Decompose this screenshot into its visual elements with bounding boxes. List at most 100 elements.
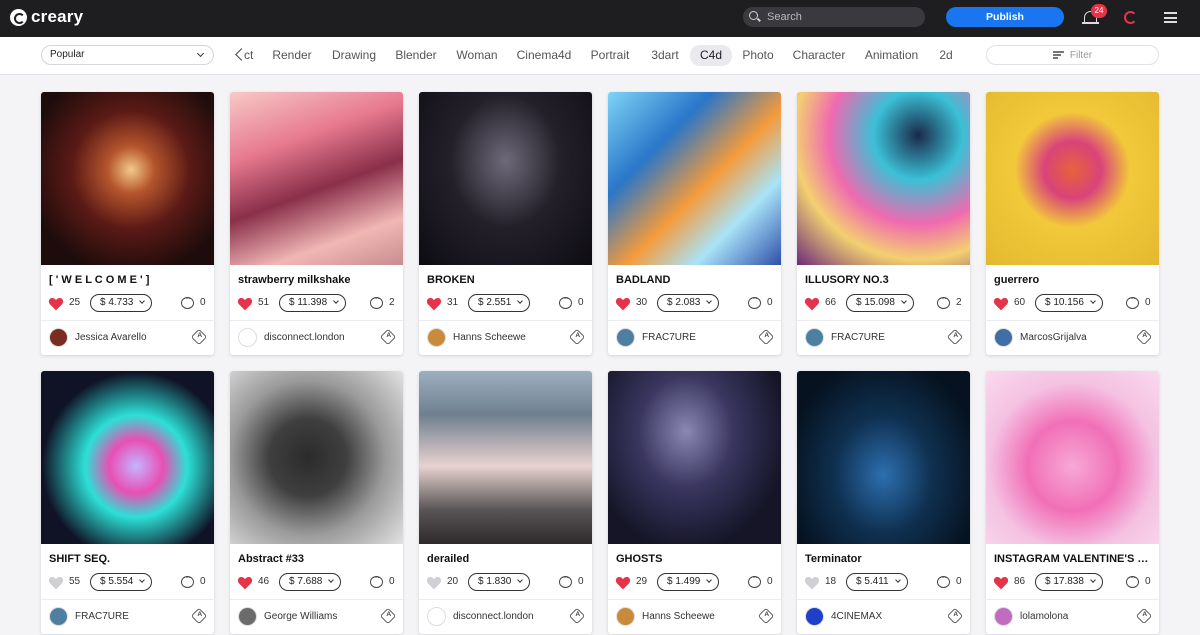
author-name[interactable]: Hanns Scheewe — [642, 611, 715, 622]
tab-character[interactable]: Character — [789, 45, 849, 66]
artwork-card[interactable]: strawberry milkshake 51 $ 11.398 2 disco… — [230, 92, 403, 355]
artwork-title[interactable]: derailed — [427, 553, 587, 565]
artwork-title[interactable]: Abstract #33 — [238, 553, 398, 565]
author-avatar[interactable] — [427, 328, 446, 347]
author-name[interactable]: Jessica Avarello — [75, 332, 147, 343]
author-name[interactable]: disconnect.london — [453, 611, 534, 622]
artwork-thumbnail[interactable] — [608, 92, 781, 265]
tab-render[interactable]: Render — [268, 45, 316, 66]
author-name[interactable]: MarcosGrijalva — [1020, 332, 1087, 343]
comment-icon[interactable] — [1126, 572, 1139, 588]
artwork-thumbnail[interactable] — [986, 371, 1159, 544]
heart-icon[interactable] — [237, 576, 253, 590]
artwork-card[interactable]: BROKEN 31 $ 2.551 0 Hanns Scheewe — [419, 92, 592, 355]
artwork-card[interactable]: SHIFT SEQ. 55 $ 5.554 0 FRAC7URE — [41, 371, 214, 634]
heart-icon[interactable] — [993, 297, 1009, 311]
sort-select[interactable]: Popular — [41, 45, 214, 65]
heart-icon[interactable] — [48, 576, 64, 590]
artwork-title[interactable]: GHOSTS — [616, 553, 776, 565]
artwork-title[interactable]: strawberry milkshake — [238, 274, 398, 286]
artwork-thumbnail[interactable] — [230, 92, 403, 265]
comment-icon[interactable] — [559, 572, 572, 588]
artwork-title[interactable]: BADLAND — [616, 274, 776, 286]
hamburger-menu-icon[interactable] — [1164, 12, 1177, 23]
artwork-title[interactable]: BROKEN — [427, 274, 587, 286]
author-name[interactable]: FRAC7URE — [642, 332, 696, 343]
price-pill[interactable]: $ 17.838 — [1035, 573, 1103, 591]
author-avatar[interactable] — [49, 328, 68, 347]
heart-icon[interactable] — [426, 297, 442, 311]
tab-cinema4d[interactable]: Cinema4d — [513, 45, 575, 66]
artwork-title[interactable]: guerrero — [994, 274, 1154, 286]
creary-ring-icon[interactable] — [1124, 11, 1137, 24]
price-pill[interactable]: $ 1.830 — [468, 573, 531, 591]
author-avatar[interactable] — [616, 328, 635, 347]
comment-icon[interactable] — [748, 293, 761, 309]
artwork-title[interactable]: Terminator — [805, 553, 965, 565]
artwork-card[interactable]: BADLAND 30 $ 2.083 0 FRAC7URE — [608, 92, 781, 355]
price-pill[interactable]: $ 10.156 — [1035, 294, 1103, 312]
artwork-title[interactable]: ILLUSORY NO.3 — [805, 274, 965, 286]
tab-partial[interactable]: ct — [244, 48, 253, 62]
author-avatar[interactable] — [238, 328, 257, 347]
artwork-thumbnail[interactable] — [230, 371, 403, 544]
author-name[interactable]: lolamolona — [1020, 611, 1068, 622]
artwork-thumbnail[interactable] — [608, 371, 781, 544]
heart-icon[interactable] — [48, 297, 64, 311]
author-avatar[interactable] — [427, 607, 446, 626]
author-avatar[interactable] — [805, 328, 824, 347]
comment-icon[interactable] — [370, 293, 383, 309]
price-pill[interactable]: $ 7.688 — [279, 573, 342, 591]
author-avatar[interactable] — [805, 607, 824, 626]
tab-animation[interactable]: Animation — [860, 45, 923, 66]
artwork-title[interactable]: SHIFT SEQ. — [49, 553, 209, 565]
comment-icon[interactable] — [181, 572, 194, 588]
price-pill[interactable]: $ 1.499 — [657, 573, 720, 591]
artwork-thumbnail[interactable] — [419, 371, 592, 544]
artwork-card[interactable]: Terminator 18 $ 5.411 0 4CINEMAX — [797, 371, 970, 634]
artwork-card[interactable]: [ ' W E L C O M E ' ] 25 $ 4.733 0 Jessi… — [41, 92, 214, 355]
author-avatar[interactable] — [994, 328, 1013, 347]
author-name[interactable]: FRAC7URE — [75, 611, 129, 622]
price-pill[interactable]: $ 15.098 — [846, 294, 914, 312]
artwork-thumbnail[interactable] — [419, 92, 592, 265]
price-pill[interactable]: $ 5.554 — [90, 573, 153, 591]
heart-icon[interactable] — [615, 576, 631, 590]
price-pill[interactable]: $ 11.398 — [279, 294, 347, 312]
comment-icon[interactable] — [937, 572, 950, 588]
artwork-card[interactable]: derailed 20 $ 1.830 0 disconnect.london — [419, 371, 592, 634]
artwork-card[interactable]: Abstract #33 46 $ 7.688 0 George William… — [230, 371, 403, 634]
author-name[interactable]: 4CINEMAX — [831, 611, 882, 622]
comment-icon[interactable] — [181, 293, 194, 309]
price-pill[interactable]: $ 5.411 — [846, 573, 908, 591]
tab-photo[interactable]: Photo — [738, 45, 778, 66]
comment-icon[interactable] — [559, 293, 572, 309]
publish-button[interactable]: Publish — [946, 7, 1064, 27]
artwork-title[interactable]: [ ' W E L C O M E ' ] — [49, 274, 209, 286]
author-name[interactable]: George Williams — [264, 611, 337, 622]
search-box[interactable] — [743, 7, 925, 27]
search-input[interactable] — [767, 11, 917, 23]
price-pill[interactable]: $ 2.551 — [468, 294, 531, 312]
artwork-thumbnail[interactable] — [41, 92, 214, 265]
author-name[interactable]: FRAC7URE — [831, 332, 885, 343]
author-name[interactable]: disconnect.london — [264, 332, 345, 343]
comment-icon[interactable] — [937, 293, 950, 309]
artwork-card[interactable]: ILLUSORY NO.3 66 $ 15.098 2 FRAC7URE — [797, 92, 970, 355]
price-pill[interactable]: $ 2.083 — [657, 294, 720, 312]
tab-woman[interactable]: Woman — [452, 45, 502, 66]
author-name[interactable]: Hanns Scheewe — [453, 332, 526, 343]
tab-2d[interactable]: 2d — [935, 45, 957, 66]
price-pill[interactable]: $ 4.733 — [90, 294, 153, 312]
heart-icon[interactable] — [426, 576, 442, 590]
artwork-title[interactable]: INSTAGRAM VALENTINE'S D... — [994, 553, 1154, 565]
comment-icon[interactable] — [748, 572, 761, 588]
heart-icon[interactable] — [804, 576, 820, 590]
artwork-thumbnail[interactable] — [797, 92, 970, 265]
heart-icon[interactable] — [237, 297, 253, 311]
creary-logo[interactable]: creary — [10, 7, 83, 27]
comment-icon[interactable] — [1126, 293, 1139, 309]
artwork-card[interactable]: GHOSTS 29 $ 1.499 0 Hanns Scheewe — [608, 371, 781, 634]
author-avatar[interactable] — [238, 607, 257, 626]
filter-box[interactable]: Filter — [986, 45, 1159, 65]
